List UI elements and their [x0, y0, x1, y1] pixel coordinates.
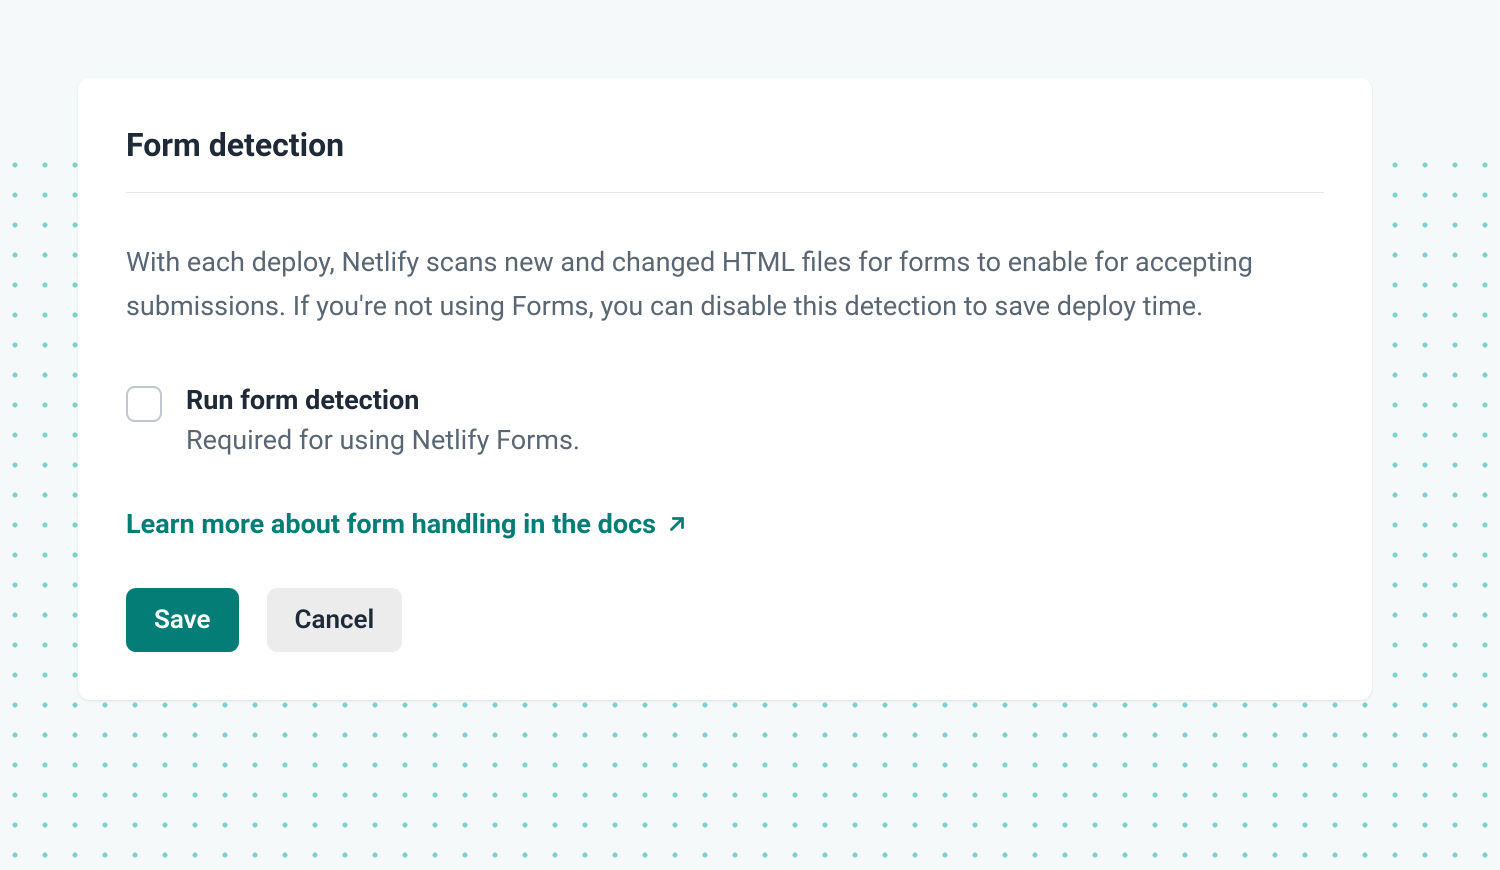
checkbox-label[interactable]: Run form detection [186, 384, 580, 416]
learn-more-link[interactable]: Learn more about form handling in the do… [126, 508, 688, 540]
cancel-button[interactable]: Cancel [267, 588, 403, 652]
external-link-icon [666, 513, 688, 535]
link-text: Learn more about form handling in the do… [126, 508, 656, 540]
run-form-detection-checkbox[interactable] [126, 386, 162, 422]
form-detection-card: Form detection With each deploy, Netlify… [78, 78, 1372, 700]
button-row: Save Cancel [126, 588, 1324, 652]
checkbox-hint: Required for using Netlify Forms. [186, 424, 580, 456]
divider [126, 192, 1324, 193]
save-button[interactable]: Save [126, 588, 239, 652]
checkbox-content: Run form detection Required for using Ne… [186, 384, 580, 456]
card-title: Form detection [126, 126, 1324, 164]
card-description: With each deploy, Netlify scans new and … [126, 241, 1324, 328]
checkbox-row: Run form detection Required for using Ne… [126, 384, 1324, 456]
